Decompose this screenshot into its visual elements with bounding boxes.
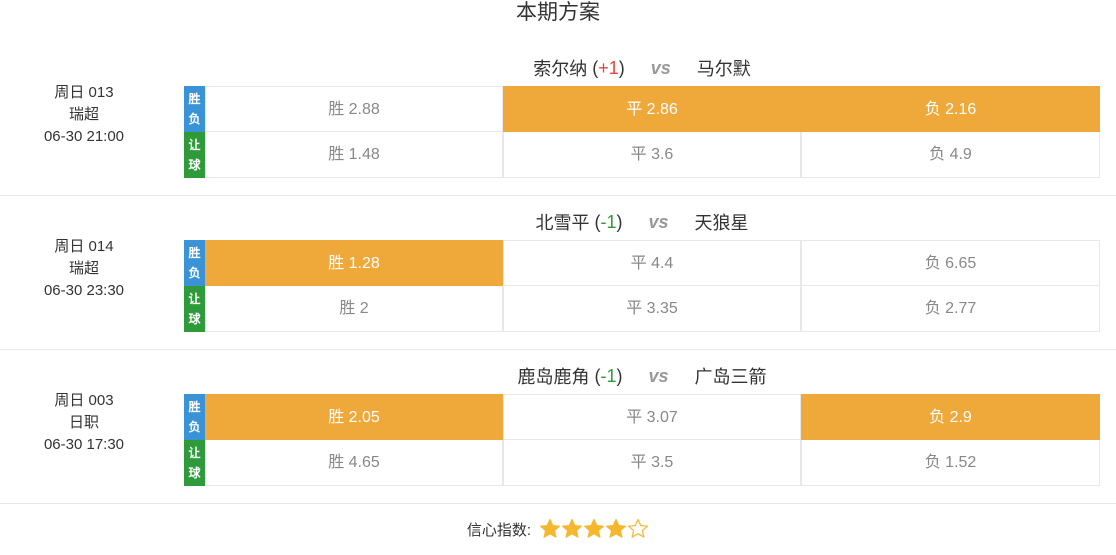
match-time: 06-30 17:30 bbox=[43, 436, 125, 453]
rq-tag-char-1: 让 bbox=[188, 138, 201, 152]
away-team-name[interactable]: 天狼星 bbox=[695, 209, 749, 235]
odds-cell-lose[interactable]: 负 4.9 bbox=[801, 132, 1100, 178]
rq-tag: 让 球 bbox=[184, 440, 205, 486]
odds-table: 胜 负 胜 2.05 平 3.07 负 2.9 让 球 胜 4.65 平 3.5… bbox=[184, 394, 1100, 487]
odds-cell-lose[interactable]: 负 2.9 bbox=[801, 394, 1100, 440]
vs-label: vs bbox=[648, 365, 669, 386]
match-block: 索尔纳 ( +1 ) vs 马尔默 周日 013 瑞超 06-30 21:00 … bbox=[0, 42, 1116, 196]
spf-tag-char-2: 负 bbox=[188, 112, 201, 126]
match-league: 日职 bbox=[68, 414, 99, 431]
match-info: 周日 003 日职 06-30 17:30 bbox=[0, 390, 168, 456]
confidence-rating: 信心指数: bbox=[0, 512, 1116, 546]
rq-row: 让 球 胜 2 平 3.35 负 2.77 bbox=[184, 286, 1100, 332]
match-time: 06-30 23:30 bbox=[43, 282, 125, 299]
rq-tag-char-2: 球 bbox=[188, 158, 201, 172]
handicap-close-paren: ) bbox=[616, 365, 623, 386]
star-filled-icon bbox=[606, 518, 627, 538]
star-filled-icon bbox=[562, 518, 583, 538]
star-filled-icon bbox=[584, 518, 605, 538]
handicap-open-paren: ( bbox=[587, 57, 599, 78]
spf-tag: 胜 负 bbox=[184, 394, 205, 440]
spf-tag-char-2: 负 bbox=[188, 266, 201, 280]
handicap-value: +1 bbox=[598, 57, 619, 78]
spf-tag-char-1: 胜 bbox=[188, 246, 201, 260]
home-team[interactable]: 鹿岛鹿角 ( -1 ) bbox=[517, 363, 622, 389]
page-title: 本期方案 bbox=[516, 1, 600, 24]
handicap-value: -1 bbox=[600, 211, 617, 232]
odds-cell-lose[interactable]: 负 6.65 bbox=[801, 240, 1100, 286]
spf-row: 胜 负 胜 1.28 平 4.4 负 6.65 bbox=[184, 240, 1100, 286]
odds-cell-win[interactable]: 胜 1.28 bbox=[205, 240, 503, 286]
odds-cell-win[interactable]: 胜 4.65 bbox=[205, 440, 503, 486]
odds-cell-lose[interactable]: 负 1.52 bbox=[801, 440, 1100, 486]
match-teams: 索尔纳 ( +1 ) vs 马尔默 bbox=[184, 54, 1100, 82]
match-teams: 鹿岛鹿角 ( -1 ) vs 广岛三箭 bbox=[184, 362, 1100, 390]
odds-cell-win[interactable]: 胜 1.48 bbox=[205, 132, 503, 178]
rq-tag: 让 球 bbox=[184, 286, 205, 332]
match-block: 鹿岛鹿角 ( -1 ) vs 广岛三箭 周日 003 日职 06-30 17:3… bbox=[0, 350, 1116, 504]
spf-tag-char-1: 胜 bbox=[188, 400, 201, 414]
handicap-close-paren: ) bbox=[618, 57, 625, 78]
match-info: 周日 014 瑞超 06-30 23:30 bbox=[0, 236, 168, 302]
odds-cell-win[interactable]: 胜 2.88 bbox=[205, 86, 503, 132]
odds-cell-draw[interactable]: 平 2.86 bbox=[503, 86, 801, 132]
spf-tag: 胜 负 bbox=[184, 240, 205, 286]
confidence-stars bbox=[539, 518, 649, 540]
divider bbox=[0, 503, 1116, 504]
match-week-number: 周日 003 bbox=[54, 392, 114, 409]
match-teams: 北雪平 ( -1 ) vs 天狼星 bbox=[184, 208, 1100, 236]
star-filled-icon bbox=[540, 518, 561, 538]
handicap-open-paren: ( bbox=[589, 211, 601, 232]
home-team-name: 鹿岛鹿角 bbox=[517, 367, 590, 387]
away-team-name[interactable]: 广岛三箭 bbox=[695, 363, 767, 389]
home-team[interactable]: 索尔纳 ( +1 ) bbox=[533, 55, 625, 81]
odds-cell-draw[interactable]: 平 3.6 bbox=[503, 132, 801, 178]
away-team-name[interactable]: 马尔默 bbox=[697, 55, 751, 81]
odds-table: 胜 负 胜 2.88 平 2.86 负 2.16 让 球 胜 1.48 平 3.… bbox=[184, 86, 1100, 179]
odds-cell-win[interactable]: 胜 2.05 bbox=[205, 394, 503, 440]
match-week-number: 周日 014 bbox=[54, 238, 114, 255]
rq-tag: 让 球 bbox=[184, 132, 205, 178]
match-time: 06-30 21:00 bbox=[43, 128, 125, 145]
rq-tag-char-2: 球 bbox=[188, 312, 201, 326]
confidence-label: 信心指数: bbox=[466, 521, 532, 539]
odds-cell-draw[interactable]: 平 4.4 bbox=[503, 240, 801, 286]
match-block: 北雪平 ( -1 ) vs 天狼星 周日 014 瑞超 06-30 23:30 … bbox=[0, 196, 1116, 350]
spf-tag-char-1: 胜 bbox=[188, 92, 201, 106]
match-league: 瑞超 bbox=[68, 106, 99, 123]
star-empty-icon bbox=[628, 518, 649, 538]
spf-tag-char-2: 负 bbox=[188, 420, 201, 434]
handicap-open-paren: ( bbox=[589, 365, 601, 386]
odds-table: 胜 负 胜 1.28 平 4.4 负 6.65 让 球 胜 2 平 3.35 负… bbox=[184, 240, 1100, 333]
odds-cell-draw[interactable]: 平 3.35 bbox=[503, 286, 801, 332]
odds-cell-lose[interactable]: 负 2.16 bbox=[801, 86, 1100, 132]
odds-cell-draw[interactable]: 平 3.5 bbox=[503, 440, 801, 486]
spf-tag: 胜 负 bbox=[184, 86, 205, 132]
odds-cell-lose[interactable]: 负 2.77 bbox=[801, 286, 1100, 332]
home-team-name: 索尔纳 bbox=[533, 59, 588, 79]
home-team-name: 北雪平 bbox=[535, 213, 590, 233]
vs-label: vs bbox=[650, 57, 671, 78]
odds-cell-draw[interactable]: 平 3.07 bbox=[503, 394, 801, 440]
rq-row: 让 球 胜 4.65 平 3.5 负 1.52 bbox=[184, 440, 1100, 486]
odds-cell-win[interactable]: 胜 2 bbox=[205, 286, 503, 332]
handicap-value: -1 bbox=[600, 365, 617, 386]
spf-row: 胜 负 胜 2.88 平 2.86 负 2.16 bbox=[184, 86, 1100, 132]
rq-tag-char-1: 让 bbox=[188, 292, 201, 306]
rq-row: 让 球 胜 1.48 平 3.6 负 4.9 bbox=[184, 132, 1100, 178]
match-league: 瑞超 bbox=[68, 260, 99, 277]
spf-row: 胜 负 胜 2.05 平 3.07 负 2.9 bbox=[184, 394, 1100, 440]
rq-tag-char-2: 球 bbox=[188, 466, 201, 480]
home-team[interactable]: 北雪平 ( -1 ) bbox=[535, 209, 622, 235]
match-info: 周日 013 瑞超 06-30 21:00 bbox=[0, 82, 168, 148]
handicap-close-paren: ) bbox=[616, 211, 623, 232]
match-week-number: 周日 013 bbox=[54, 84, 114, 101]
vs-label: vs bbox=[648, 211, 669, 232]
rq-tag-char-1: 让 bbox=[188, 446, 201, 460]
